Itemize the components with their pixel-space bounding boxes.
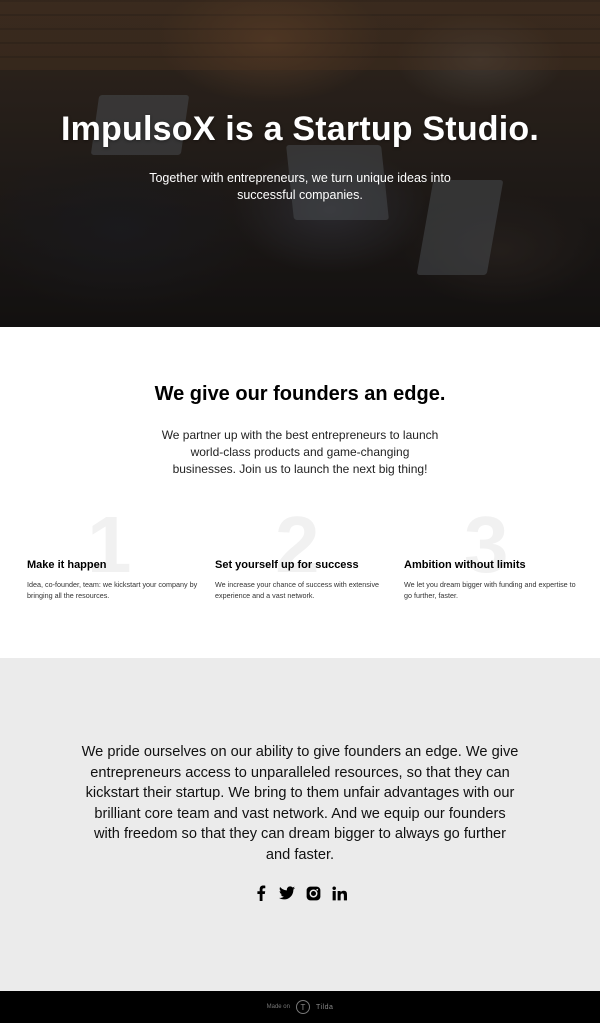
tilda-logo-icon[interactable]: T	[295, 1000, 310, 1014]
footer: Made on T Tilda	[0, 991, 600, 1023]
pride-section: We pride ourselves on our ability to giv…	[0, 658, 600, 991]
edge-description: We partner up with the best entrepreneur…	[161, 428, 439, 476]
edge-section: We give our founders an edge. We partner…	[0, 327, 600, 658]
feature-text: Idea, co-founder, team: we kickstart you…	[27, 580, 198, 600]
hero-overlay	[0, 0, 600, 327]
footer-brand[interactable]: Tilda	[316, 1004, 333, 1011]
twitter-icon[interactable]	[279, 885, 295, 901]
feature-text: We let you dream bigger with funding and…	[404, 580, 576, 600]
linkedin-icon[interactable]	[331, 885, 347, 901]
feature-title: Set yourself up for success	[215, 559, 359, 571]
edge-title: We give our founders an edge.	[154, 383, 446, 405]
social-links	[0, 885, 600, 901]
hero-section: ImpulsoX is a Startup Studio. Together w…	[0, 0, 600, 327]
hero-title: ImpulsoX is a Startup Studio.	[60, 110, 540, 148]
feature-card: 2 Set yourself up for success We increas…	[215, 505, 387, 601]
feature-text: We increase your chance of success with …	[215, 580, 380, 600]
footer-made-on: Made on	[266, 1004, 290, 1010]
feature-card: 1 Make it happen Idea, co-founder, team:…	[27, 505, 199, 601]
pride-text: We pride ourselves on our ability to giv…	[81, 744, 519, 863]
feature-number: 3	[464, 500, 509, 589]
feature-card: 3 Ambition without limits We let you dre…	[404, 505, 576, 601]
instagram-icon[interactable]	[305, 885, 321, 901]
feature-title: Make it happen	[27, 559, 107, 571]
facebook-icon[interactable]	[253, 885, 269, 901]
feature-number: 2	[275, 500, 320, 589]
hero-subtitle: Together with entrepreneurs, we turn uni…	[149, 171, 451, 202]
feature-title: Ambition without limits	[404, 559, 526, 571]
feature-number: 1	[87, 500, 132, 589]
